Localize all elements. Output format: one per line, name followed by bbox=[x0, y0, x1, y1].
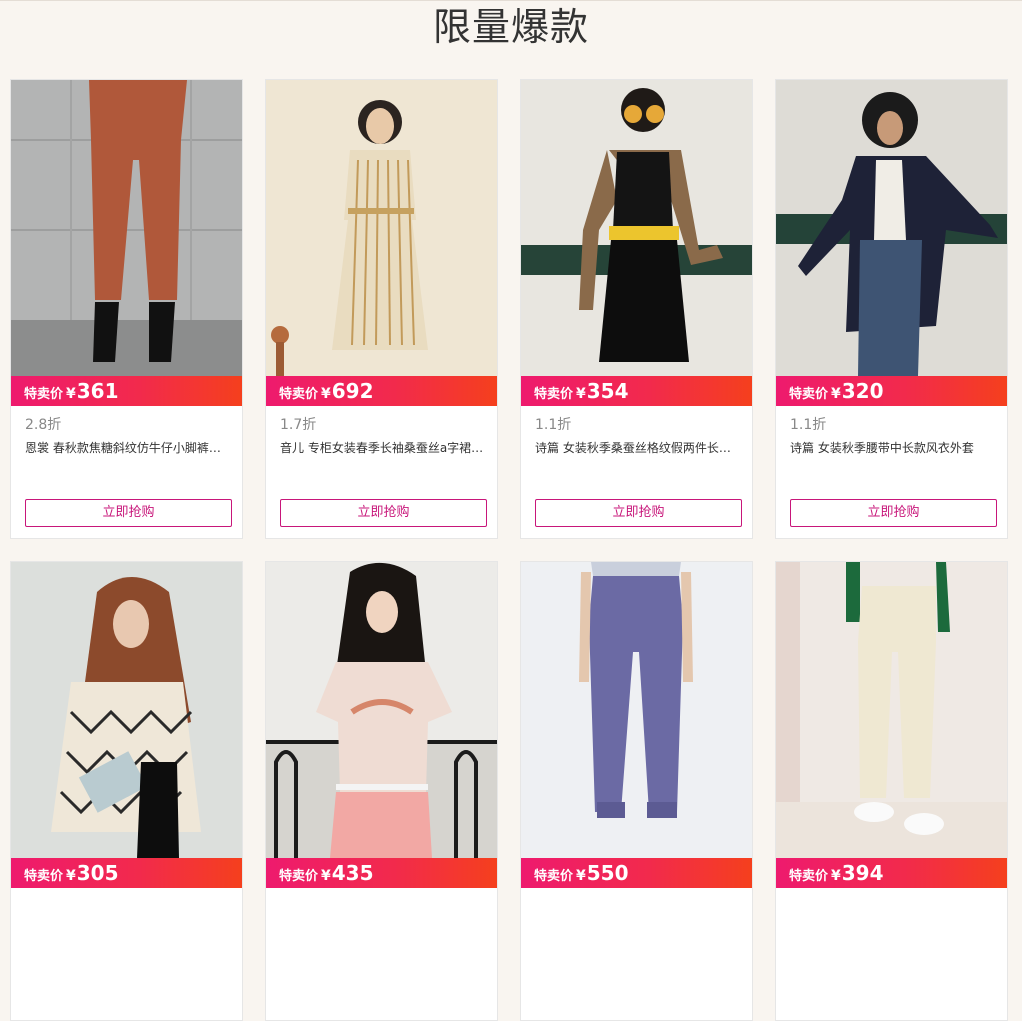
product-image[interactable] bbox=[266, 80, 497, 376]
product-image[interactable] bbox=[521, 562, 752, 858]
price-value: 394 bbox=[841, 861, 884, 885]
price-bar: 特卖价 ¥ 354 bbox=[521, 376, 752, 406]
product-image[interactable] bbox=[11, 562, 242, 858]
product-card[interactable]: 特卖价 ¥ 361 2.8折 恩裳 春秋款焦糖斜纹仿牛仔小脚裤九分裤 立即抢购 bbox=[10, 79, 243, 539]
price-label: 特卖价 bbox=[789, 869, 829, 884]
price-bar: 特卖价 ¥ 305 bbox=[11, 858, 242, 888]
price-bar: 特卖价 ¥ 361 bbox=[11, 376, 242, 406]
price-label: 特卖价 bbox=[534, 869, 574, 884]
currency-symbol: ¥ bbox=[576, 868, 586, 884]
price-bar: 特卖价 ¥ 394 bbox=[776, 858, 1007, 888]
price-label: 特卖价 bbox=[24, 387, 64, 402]
price-label: 特卖价 bbox=[534, 387, 574, 402]
price-value: 320 bbox=[841, 379, 884, 403]
top-divider bbox=[0, 0, 1022, 1]
currency-symbol: ¥ bbox=[321, 386, 331, 402]
price-label: 特卖价 bbox=[24, 869, 64, 884]
currency-symbol: ¥ bbox=[321, 868, 331, 884]
currency-symbol: ¥ bbox=[576, 386, 586, 402]
discount-text: 1.7折 bbox=[280, 417, 317, 433]
buy-now-button[interactable]: 立即抢购 bbox=[25, 499, 232, 527]
product-image[interactable] bbox=[266, 562, 497, 858]
discount-text: 1.1折 bbox=[790, 417, 827, 433]
buy-now-button[interactable]: 立即抢购 bbox=[280, 499, 487, 527]
product-card[interactable]: 特卖价 ¥ 435 bbox=[265, 561, 498, 1021]
price-bar: 特卖价 ¥ 320 bbox=[776, 376, 1007, 406]
price-label: 特卖价 bbox=[279, 387, 319, 402]
product-image[interactable] bbox=[776, 80, 1007, 376]
product-name[interactable]: 诗篇 女装秋季桑蚕丝格纹假两件长袖连衣裙 bbox=[535, 439, 741, 456]
product-name[interactable]: 恩裳 春秋款焦糖斜纹仿牛仔小脚裤九分裤 bbox=[25, 439, 231, 456]
price-value: 305 bbox=[76, 861, 119, 885]
product-image[interactable] bbox=[776, 562, 1007, 858]
section-title: 限量爆款 bbox=[432, 5, 589, 49]
product-card[interactable]: 特卖价 ¥ 354 1.1折 诗篇 女装秋季桑蚕丝格纹假两件长袖连衣裙 立即抢购 bbox=[520, 79, 753, 539]
product-card[interactable]: 特卖价 ¥ 320 1.1折 诗篇 女装秋季腰带中长款风衣外套 立即抢购 bbox=[775, 79, 1008, 539]
price-value: 692 bbox=[331, 379, 374, 403]
price-bar: 特卖价 ¥ 692 bbox=[266, 376, 497, 406]
price-value: 435 bbox=[331, 861, 374, 885]
discount-text: 1.1折 bbox=[535, 417, 572, 433]
product-card[interactable]: 特卖价 ¥ 394 bbox=[775, 561, 1008, 1021]
price-bar: 特卖价 ¥ 435 bbox=[266, 858, 497, 888]
price-label: 特卖价 bbox=[789, 387, 829, 402]
price-value: 550 bbox=[586, 861, 629, 885]
price-label: 特卖价 bbox=[279, 869, 319, 884]
currency-symbol: ¥ bbox=[66, 386, 76, 402]
product-card[interactable]: 特卖价 ¥ 692 1.7折 音儿 专柜女装春季长袖桑蚕丝a字裙连衣裙 立即抢购 bbox=[265, 79, 498, 539]
buy-now-button[interactable]: 立即抢购 bbox=[790, 499, 997, 527]
product-name[interactable]: 诗篇 女装秋季腰带中长款风衣外套 bbox=[790, 439, 996, 456]
product-name[interactable]: 音儿 专柜女装春季长袖桑蚕丝a字裙连衣裙 bbox=[280, 439, 486, 456]
buy-now-button[interactable]: 立即抢购 bbox=[535, 499, 742, 527]
price-bar: 特卖价 ¥ 550 bbox=[521, 858, 752, 888]
product-card[interactable]: 特卖价 ¥ 305 bbox=[10, 561, 243, 1021]
currency-symbol: ¥ bbox=[831, 868, 841, 884]
product-card[interactable]: 特卖价 ¥ 550 bbox=[520, 561, 753, 1021]
product-image[interactable] bbox=[521, 80, 752, 376]
discount-text: 2.8折 bbox=[25, 417, 62, 433]
currency-symbol: ¥ bbox=[831, 386, 841, 402]
product-image[interactable] bbox=[11, 80, 242, 376]
price-value: 354 bbox=[586, 379, 629, 403]
price-value: 361 bbox=[76, 379, 119, 403]
currency-symbol: ¥ bbox=[66, 868, 76, 884]
